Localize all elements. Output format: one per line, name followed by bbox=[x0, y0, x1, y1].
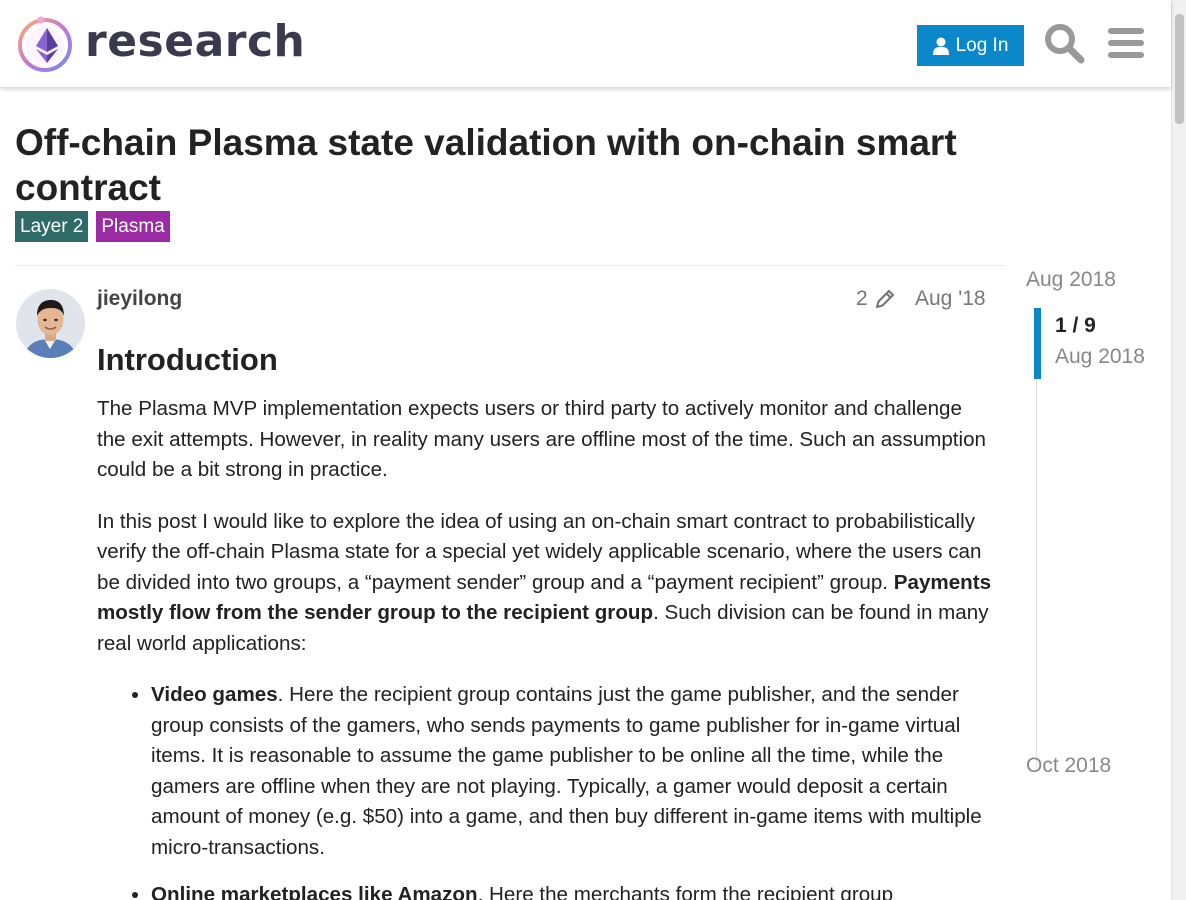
timeline-position: 1 / 9 bbox=[1055, 314, 1096, 337]
list-item: Video games. Here the recipient group co… bbox=[151, 680, 992, 863]
ethereum-research-logo-icon bbox=[18, 16, 72, 72]
list-item-title: Video games bbox=[151, 683, 278, 706]
timeline-handle[interactable] bbox=[1034, 308, 1041, 379]
list-item-title: Online marketplaces like Amazon bbox=[151, 883, 478, 900]
scrollbar-thumb[interactable] bbox=[1175, 14, 1184, 124]
site-logo[interactable]: research bbox=[17, 15, 305, 73]
paragraph-text: In this post I would like to explore the… bbox=[97, 509, 982, 594]
search-icon[interactable] bbox=[1043, 22, 1085, 64]
topic-title[interactable]: Off-chain Plasma state validation with o… bbox=[15, 120, 1015, 210]
login-button[interactable]: Log In bbox=[917, 25, 1024, 66]
hamburger-menu-icon[interactable] bbox=[1105, 22, 1147, 64]
site-header: research Log In bbox=[0, 0, 1171, 87]
post-date[interactable]: Aug '18 bbox=[915, 287, 986, 311]
post-paragraph: In this post I would like to explore the… bbox=[97, 507, 992, 660]
title-divider bbox=[15, 265, 1005, 266]
timeline-start-date[interactable]: Aug 2018 bbox=[1026, 268, 1116, 292]
user-icon bbox=[932, 37, 949, 55]
edit-count: 2 bbox=[856, 287, 868, 310]
avatar[interactable] bbox=[16, 289, 85, 358]
edit-history[interactable]: 2 bbox=[856, 287, 896, 311]
list-item-text: . Here the merchants form the recipient … bbox=[477, 883, 894, 900]
post-content: Introduction The Plasma MVP implementati… bbox=[97, 340, 992, 900]
list-item: Online marketplaces like Amazon. Here th… bbox=[151, 880, 992, 900]
post-author[interactable]: jieyilong bbox=[97, 287, 182, 311]
site-name: research bbox=[85, 16, 306, 67]
tag-plasma[interactable]: Plasma bbox=[96, 211, 170, 242]
timeline-current-date: Aug 2018 bbox=[1055, 345, 1145, 368]
topic-tags: Layer 2 Plasma bbox=[15, 211, 170, 242]
tag-layer-2[interactable]: Layer 2 bbox=[15, 211, 89, 242]
pencil-icon bbox=[875, 289, 894, 309]
page-scrollbar[interactable] bbox=[1171, 0, 1186, 900]
timeline-end-date[interactable]: Oct 2018 bbox=[1026, 754, 1111, 778]
list-item-text: . Here the recipient group contains just… bbox=[151, 683, 982, 859]
applications-list: Video games. Here the recipient group co… bbox=[151, 680, 992, 900]
post-paragraph: The Plasma MVP implementation expects us… bbox=[97, 397, 986, 481]
post-heading: Introduction bbox=[97, 342, 278, 377]
login-label: Log In bbox=[955, 34, 1009, 56]
